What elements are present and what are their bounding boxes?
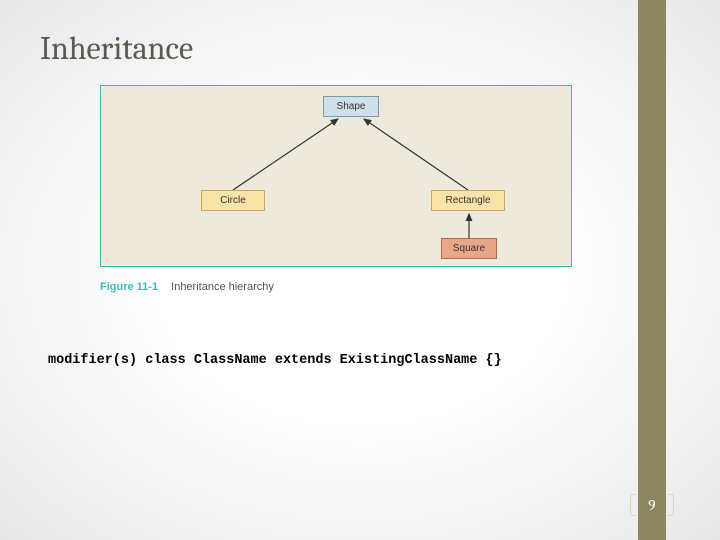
node-shape: Shape (323, 96, 379, 117)
slide-title: Inheritance (40, 30, 600, 67)
page-number-badge: 9 (638, 494, 666, 516)
page-number: 9 (648, 496, 655, 514)
code-example: modifier(s) class ClassName extends Exis… (48, 353, 600, 368)
sidebar-accent (638, 0, 666, 540)
node-square: Square (441, 238, 497, 259)
figure-caption-text: Inheritance hierarchy (171, 281, 274, 293)
figure-diagram: Shape Circle Rectangle Square (100, 85, 572, 267)
node-circle: Circle (201, 190, 265, 211)
figure-label: Figure 11-1 (100, 281, 158, 293)
node-rectangle: Rectangle (431, 190, 505, 211)
bracket-left-icon (630, 494, 636, 516)
bracket-right-icon (668, 494, 674, 516)
figure-caption: Figure 11-1 Inheritance hierarchy (100, 281, 600, 293)
slide-content: Inheritance Shape Circle Rectangle Squar… (40, 30, 600, 368)
